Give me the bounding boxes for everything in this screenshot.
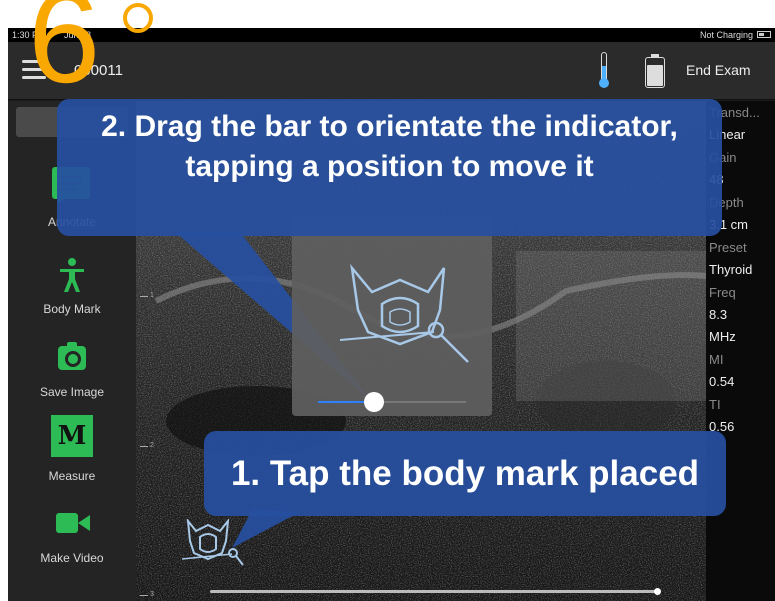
body-mark-orientation-popup [292,216,492,416]
orientation-body-mark-icon [340,264,469,363]
step-ring-icon [123,3,153,33]
tutorial-tip-step-2: 2. Drag the bar to orientate the indicat… [57,99,722,236]
tutorial-step-number: 6 [28,0,101,110]
tutorial-tip-step-1: 1. Tap the body mark placed [204,431,726,516]
orientation-slider-handle[interactable] [364,392,384,412]
